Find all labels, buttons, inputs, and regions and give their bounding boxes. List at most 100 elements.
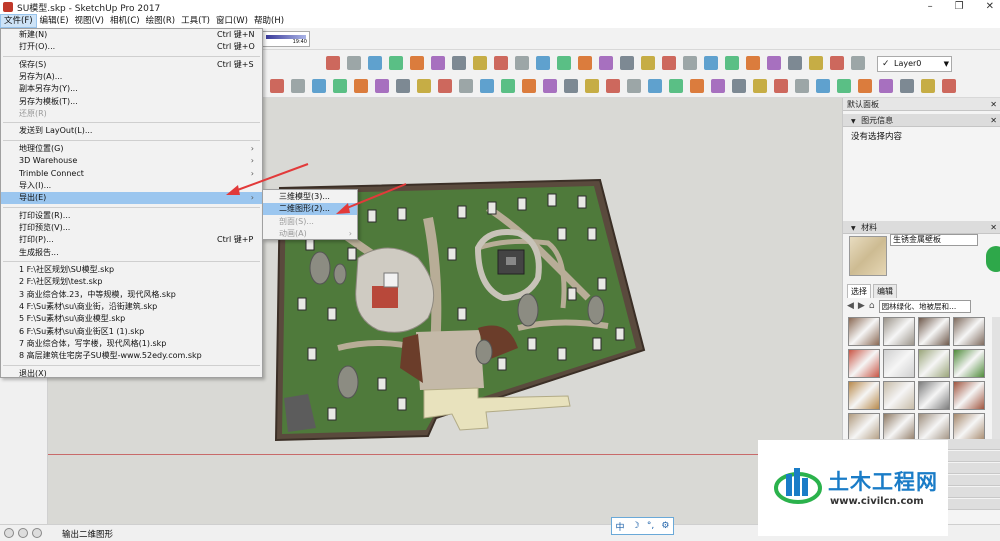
menu-view[interactable]: 视图(V) — [72, 14, 107, 28]
material-scrollbar[interactable] — [992, 317, 1000, 447]
file-menu-item[interactable]: 4 F:\Su素材\su\商业街，沿街建筑.skp — [1, 301, 262, 313]
shadow-time-slider[interactable]: 19:40 — [262, 31, 310, 47]
file-menu-item[interactable]: 打印设置(R)... — [1, 210, 262, 222]
toolbar-tool-icon[interactable] — [270, 79, 284, 93]
toolbar-tool-icon[interactable] — [942, 79, 956, 93]
tab-select[interactable]: 选择 — [847, 284, 871, 298]
toolbar-tool-icon[interactable] — [669, 79, 683, 93]
close-icon[interactable]: ✕ — [990, 98, 997, 111]
file-menu-item[interactable]: 地理位置(G) › — [1, 143, 262, 155]
file-menu-item[interactable]: 6 F:\Su素材\su\商业街区1 (1).skp — [1, 326, 262, 338]
file-menu-item[interactable]: 新建(N) Ctrl 键+N — [1, 29, 262, 41]
toolbar-tool-icon[interactable] — [774, 79, 788, 93]
toolbar-tool-icon[interactable] — [837, 79, 851, 93]
back-arrow-icon[interactable]: ◀ — [847, 301, 854, 311]
toolbar-tool-icon[interactable] — [809, 56, 823, 70]
toolbar-tool-icon[interactable] — [704, 56, 718, 70]
materials-header[interactable]: ▼ 材料 ✕ — [843, 221, 1000, 234]
toolbar-tool-icon[interactable] — [438, 79, 452, 93]
file-menu-item[interactable]: 打印预览(V)... — [1, 222, 262, 234]
toolbar-tool-icon[interactable] — [816, 79, 830, 93]
toolbar-tool-icon[interactable] — [417, 79, 431, 93]
toolbar-tool-icon[interactable] — [375, 79, 389, 93]
toolbar-tool-icon[interactable] — [746, 56, 760, 70]
menu-file[interactable]: 文件(F) — [0, 14, 37, 28]
toolbar-tool-icon[interactable] — [557, 56, 571, 70]
toolbar-tool-icon[interactable] — [711, 79, 725, 93]
menu-camera[interactable]: 相机(C) — [107, 14, 143, 28]
material-thumbnail[interactable] — [848, 349, 880, 378]
file-menu-item[interactable]: 7 商业综合体，写字楼，现代风格(1).skp — [1, 338, 262, 350]
toolbar-tool-icon[interactable] — [599, 56, 613, 70]
file-menu-item[interactable]: 退出(X) — [1, 368, 262, 380]
toolbar-tool-icon[interactable] — [641, 56, 655, 70]
menu-help[interactable]: 帮助(H) — [251, 14, 287, 28]
menu-draw[interactable]: 绘图(R) — [143, 14, 179, 28]
toolbar-tool-icon[interactable] — [690, 79, 704, 93]
menu-edit[interactable]: 编辑(E) — [37, 14, 72, 28]
material-thumbnail[interactable] — [883, 413, 915, 442]
material-thumbnail[interactable] — [918, 413, 950, 442]
maximize-button[interactable]: ❐ — [955, 0, 964, 14]
material-thumbnail[interactable] — [953, 317, 985, 346]
toolbar-tool-icon[interactable] — [585, 79, 599, 93]
punctuation-icon[interactable]: °, — [647, 521, 654, 531]
toolbar-tool-icon[interactable] — [627, 79, 641, 93]
user-icon[interactable] — [32, 528, 42, 538]
toolbar-tool-icon[interactable] — [536, 56, 550, 70]
material-thumbnail[interactable] — [953, 413, 985, 442]
material-thumbnail[interactable] — [883, 349, 915, 378]
menu-tools[interactable]: 工具(T) — [178, 14, 213, 28]
gear-icon[interactable]: ⚙ — [661, 521, 669, 531]
toolbar-tool-icon[interactable] — [515, 56, 529, 70]
toolbar-tool-icon[interactable] — [606, 79, 620, 93]
file-menu-item[interactable]: 5 F:\Su素材\su\商业模型.skp — [1, 313, 262, 325]
minimize-button[interactable]: – — [928, 0, 933, 14]
toolbar-tool-icon[interactable] — [900, 79, 914, 93]
material-thumbnail[interactable] — [918, 381, 950, 410]
file-menu-item[interactable]: 发送到 LayOut(L)... — [1, 125, 262, 137]
toolbar-tool-icon[interactable] — [368, 56, 382, 70]
toolbar-tool-icon[interactable] — [347, 56, 361, 70]
material-thumbnail[interactable] — [848, 381, 880, 410]
home-icon[interactable]: ⌂ — [869, 301, 875, 311]
toolbar-tool-icon[interactable] — [480, 79, 494, 93]
toolbar-tool-icon[interactable] — [662, 56, 676, 70]
toolbar-tool-icon[interactable] — [753, 79, 767, 93]
toolbar-tool-icon[interactable] — [732, 79, 746, 93]
menu-window[interactable]: 窗口(W) — [213, 14, 251, 28]
toolbar-tool-icon[interactable] — [564, 79, 578, 93]
toolbar-tool-icon[interactable] — [312, 79, 326, 93]
toolbar-tool-icon[interactable] — [389, 56, 403, 70]
geo-location-icon[interactable] — [4, 528, 14, 538]
toolbar-tool-icon[interactable] — [333, 79, 347, 93]
toolbar-tool-icon[interactable] — [578, 56, 592, 70]
file-menu-item[interactable]: 保存(S) Ctrl 键+S — [1, 59, 262, 71]
toolbar-tool-icon[interactable] — [648, 79, 662, 93]
moon-icon[interactable]: ☽ — [632, 521, 640, 531]
toolbar-tool-icon[interactable] — [291, 79, 305, 93]
pin-icon[interactable]: ✕ — [990, 114, 997, 127]
material-category-select[interactable]: 园林绿化、地被层和... — [878, 299, 971, 313]
tab-edit[interactable]: 编辑 — [873, 284, 897, 298]
toolbar-tool-icon[interactable] — [522, 79, 536, 93]
file-menu-item[interactable]: 1 F:\社区规划\SU模型.skp — [1, 264, 262, 276]
file-menu-item[interactable]: 打印(P)... Ctrl 键+P — [1, 234, 262, 246]
toolbar-tool-icon[interactable] — [354, 79, 368, 93]
file-menu-item[interactable]: 生成报告... — [1, 247, 262, 259]
toolbar-tool-icon[interactable] — [830, 56, 844, 70]
material-thumbnail[interactable] — [848, 413, 880, 442]
toolbar-tool-icon[interactable] — [858, 79, 872, 93]
file-menu-item[interactable]: 3 商业综合体.23，中等规模，现代风格.skp — [1, 289, 262, 301]
file-menu-item[interactable]: 打开(O)... Ctrl 键+O — [1, 41, 262, 53]
forward-arrow-icon[interactable]: ▶ — [858, 301, 865, 311]
file-menu-item[interactable]: 2 F:\社区规划\test.skp — [1, 276, 262, 288]
layer-dropdown[interactable]: ✓ Layer0 ▼ — [877, 56, 952, 72]
toolbar-tool-icon[interactable] — [326, 56, 340, 70]
toolbar-tool-icon[interactable] — [879, 79, 893, 93]
toolbar-tool-icon[interactable] — [683, 56, 697, 70]
material-thumbnail[interactable] — [883, 317, 915, 346]
toolbar-tool-icon[interactable] — [725, 56, 739, 70]
toolbar-tool-icon[interactable] — [494, 56, 508, 70]
file-menu-item[interactable]: 副本另存为(Y)... — [1, 83, 262, 95]
